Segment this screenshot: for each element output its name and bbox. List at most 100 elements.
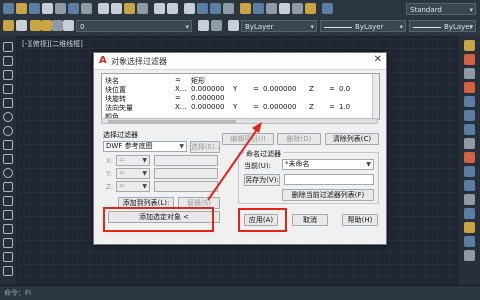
erase-icon[interactable]: [464, 40, 475, 51]
pan-icon[interactable]: [184, 3, 195, 14]
z-operator-select[interactable]: = ▼: [116, 181, 150, 192]
stretch-icon[interactable]: [464, 152, 475, 163]
delete-button[interactable]: 删除(D): [277, 133, 321, 145]
chamfer-icon[interactable]: [464, 222, 475, 233]
revision-cloud-icon[interactable]: [3, 140, 13, 150]
filter-type-select[interactable]: DWF 参考底图 ▼: [103, 141, 187, 152]
line-icon[interactable]: [3, 42, 13, 52]
list-vertical-scrollbar[interactable]: [372, 74, 379, 119]
explode-icon[interactable]: [464, 250, 475, 261]
list-item[interactable]: 块旋转 = 0.000000: [105, 94, 371, 103]
arc-icon[interactable]: [3, 112, 13, 122]
zoom-realtime-icon[interactable]: [197, 3, 208, 14]
construction-line-icon[interactable]: [3, 56, 13, 66]
x-value-field[interactable]: [154, 155, 218, 166]
layer-combo[interactable]: 0 ▾: [76, 20, 192, 32]
viewport-controls[interactable]: [-][俯视][二维线框]: [22, 39, 83, 49]
calculator-icon[interactable]: [305, 3, 316, 14]
fillet-icon[interactable]: [464, 236, 475, 247]
current-filter-select[interactable]: *未命名 ▼: [282, 159, 374, 170]
publish-icon[interactable]: [81, 3, 92, 14]
copy-icon[interactable]: [111, 3, 122, 14]
y-operator-select[interactable]: = ▼: [116, 168, 150, 179]
mtext-icon[interactable]: [3, 266, 13, 276]
join-icon[interactable]: [464, 208, 475, 219]
make-block-icon[interactable]: [3, 210, 13, 220]
ellipse-icon[interactable]: [3, 168, 13, 178]
list-item[interactable]: 法向矢量 X... 0.000000 Y = 0.000000 Z = 1.0: [105, 103, 371, 112]
scroll-thumb[interactable]: [108, 120, 236, 123]
save-as-input[interactable]: [284, 174, 374, 185]
lock-icon[interactable]: [52, 20, 63, 31]
list-horizontal-scrollbar[interactable]: [101, 118, 378, 124]
x-operator-select[interactable]: = ▼: [116, 155, 150, 166]
tool-palettes-icon[interactable]: [266, 3, 277, 14]
zoom-window-icon[interactable]: [210, 3, 221, 14]
trim-icon[interactable]: [464, 166, 475, 177]
layer-color-icon[interactable]: [63, 20, 74, 31]
open-file-icon[interactable]: [16, 3, 27, 14]
make-current-layer-icon[interactable]: [198, 20, 209, 31]
sheet-set-icon[interactable]: [279, 3, 290, 14]
undo-icon[interactable]: [154, 3, 165, 14]
polyline-icon[interactable]: [3, 70, 13, 80]
list-item[interactable]: 块位置 X... 0.000000 Y = 0.000000 Z = 0.0: [105, 85, 371, 94]
preview-icon[interactable]: [68, 3, 79, 14]
delete-current-filter-list-button[interactable]: 删除当前过滤器列表(F): [282, 189, 374, 201]
design-center-icon[interactable]: [253, 3, 264, 14]
saveas-icon[interactable]: [42, 3, 53, 14]
polygon-icon[interactable]: [3, 84, 13, 94]
break-icon[interactable]: [464, 194, 475, 205]
color-combo[interactable]: ByLayer ▾: [241, 20, 317, 32]
print-icon[interactable]: [55, 3, 66, 14]
layer-state-icon[interactable]: [16, 20, 27, 31]
new-file-icon[interactable]: [3, 3, 14, 14]
zoom-previous-icon[interactable]: [223, 3, 234, 14]
close-icon[interactable]: ✕: [374, 54, 382, 65]
edit-item-button[interactable]: 编辑项目(I): [222, 133, 274, 145]
filter-list[interactable]: 块名 = 矩形 块位置 X... 0.000000 Y = 0.000000 Z = 0.0 块旋转 = 0…: [101, 73, 380, 120]
clear-list-button[interactable]: 清除列表(C): [325, 133, 379, 145]
list-item[interactable]: 块名 = 矩形: [105, 76, 371, 85]
help-button[interactable]: 帮助(H): [342, 214, 378, 226]
point-icon[interactable]: [3, 224, 13, 234]
dialog-titlebar[interactable]: A 对象选择过滤器 ✕: [94, 53, 386, 70]
sun-icon[interactable]: [41, 20, 52, 31]
help-icon[interactable]: [322, 3, 333, 14]
layer-properties-icon[interactable]: [3, 20, 14, 31]
spline-icon[interactable]: [3, 154, 13, 164]
cancel-button[interactable]: 取消: [292, 214, 328, 226]
hatch-icon[interactable]: [3, 238, 13, 248]
copy-object-icon[interactable]: [464, 54, 475, 65]
text-style-combo[interactable]: Standard ▾: [406, 3, 476, 15]
redo-icon[interactable]: [167, 3, 178, 14]
move-icon[interactable]: [464, 110, 475, 121]
match-properties-icon[interactable]: [137, 3, 148, 14]
color-swatch-icon[interactable]: [228, 20, 239, 31]
y-value-field[interactable]: [154, 168, 218, 179]
paste-icon[interactable]: [124, 3, 135, 14]
save-icon[interactable]: [29, 3, 40, 14]
cut-icon[interactable]: [98, 3, 109, 14]
layer-previous-icon[interactable]: [211, 20, 222, 31]
circle-icon[interactable]: [3, 126, 13, 136]
offset-icon[interactable]: [464, 82, 475, 93]
ellipse-arc-icon[interactable]: [3, 182, 13, 192]
command-line[interactable]: 命令：FI: [0, 285, 480, 300]
markup-icon[interactable]: [292, 3, 303, 14]
gradient-icon[interactable]: [3, 252, 13, 262]
properties-icon[interactable]: [240, 3, 251, 14]
save-as-button[interactable]: 另存为(V):: [244, 174, 280, 186]
rotate-icon[interactable]: [464, 124, 475, 135]
rectangle-icon[interactable]: [3, 98, 13, 108]
z-value-field[interactable]: [154, 181, 218, 192]
array-icon[interactable]: [464, 96, 475, 107]
select-button[interactable]: 选择(E)...: [190, 141, 220, 153]
linetype-combo[interactable]: ByLayer ▾: [320, 20, 406, 32]
insert-block-icon[interactable]: [3, 196, 13, 206]
extend-icon[interactable]: [464, 180, 475, 191]
mirror-icon[interactable]: [464, 68, 475, 79]
scale-icon[interactable]: [464, 138, 475, 149]
lineweight-combo[interactable]: ByLayer ▾: [409, 20, 476, 32]
lightbulb-icon[interactable]: [30, 20, 41, 31]
